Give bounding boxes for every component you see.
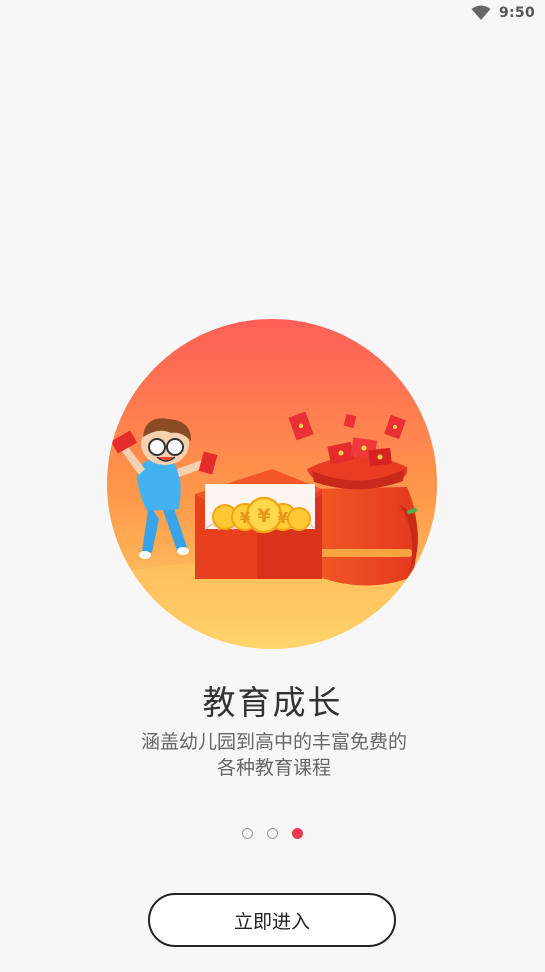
enter-now-button[interactable]: 立即进入 (148, 893, 396, 947)
onboarding-illustration: ¥ ¥ ¥ (107, 319, 437, 649)
coin-symbol: ¥ (278, 509, 289, 527)
page-dot-1[interactable] (242, 828, 253, 839)
onboarding-screen: 9:50 ¥ ¥ ¥ 教育成长 涵盖幼儿园到高中的丰富免费的各种教育课程 立即进… (0, 0, 545, 972)
status-bar: 9:50 (0, 0, 545, 30)
status-indicators: 9:50 (471, 5, 535, 21)
page-title: 教育成长 (202, 683, 343, 722)
coin-symbol: ¥ (240, 509, 251, 527)
page-indicator (0, 828, 545, 839)
page-dot-2[interactable] (267, 828, 278, 839)
status-time: 9:50 (498, 5, 535, 21)
wifi-icon (471, 5, 491, 21)
page-dot-3-active[interactable] (292, 828, 303, 839)
coin-symbol: ¥ (257, 505, 270, 527)
page-description: 涵盖幼儿园到高中的丰富免费的各种教育课程 (140, 731, 407, 779)
